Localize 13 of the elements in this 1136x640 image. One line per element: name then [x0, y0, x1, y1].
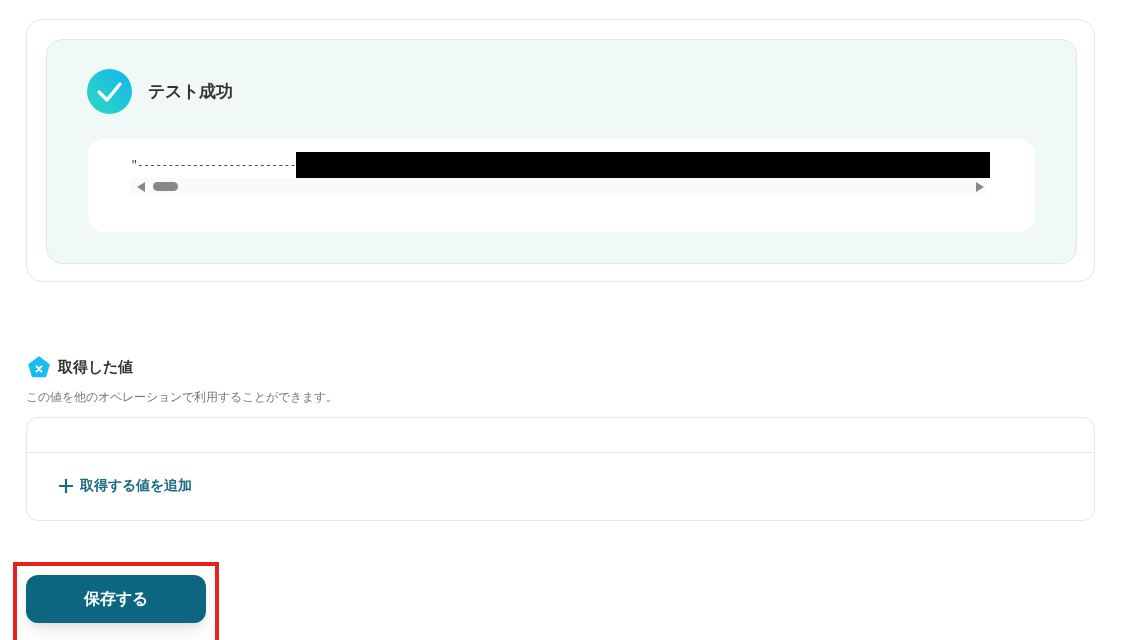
scrollbar-thumb[interactable]	[153, 182, 178, 191]
save-button[interactable]: 保存する	[26, 575, 206, 623]
pentagon-x-icon	[28, 356, 50, 379]
plus-icon	[58, 477, 74, 494]
scroll-left-icon[interactable]	[137, 182, 145, 192]
section-description: この値を他のオペレーションで利用することができます。	[26, 389, 338, 406]
check-circle-icon	[87, 69, 132, 114]
output-text: "--------------------------	[131, 157, 296, 173]
scroll-right-icon[interactable]	[976, 182, 984, 192]
section-title: 取得した値	[58, 357, 133, 378]
horizontal-scrollbar[interactable]	[131, 178, 986, 195]
test-success-title: テスト成功	[148, 79, 233, 103]
add-value-link[interactable]: 取得する値を追加	[58, 475, 192, 496]
